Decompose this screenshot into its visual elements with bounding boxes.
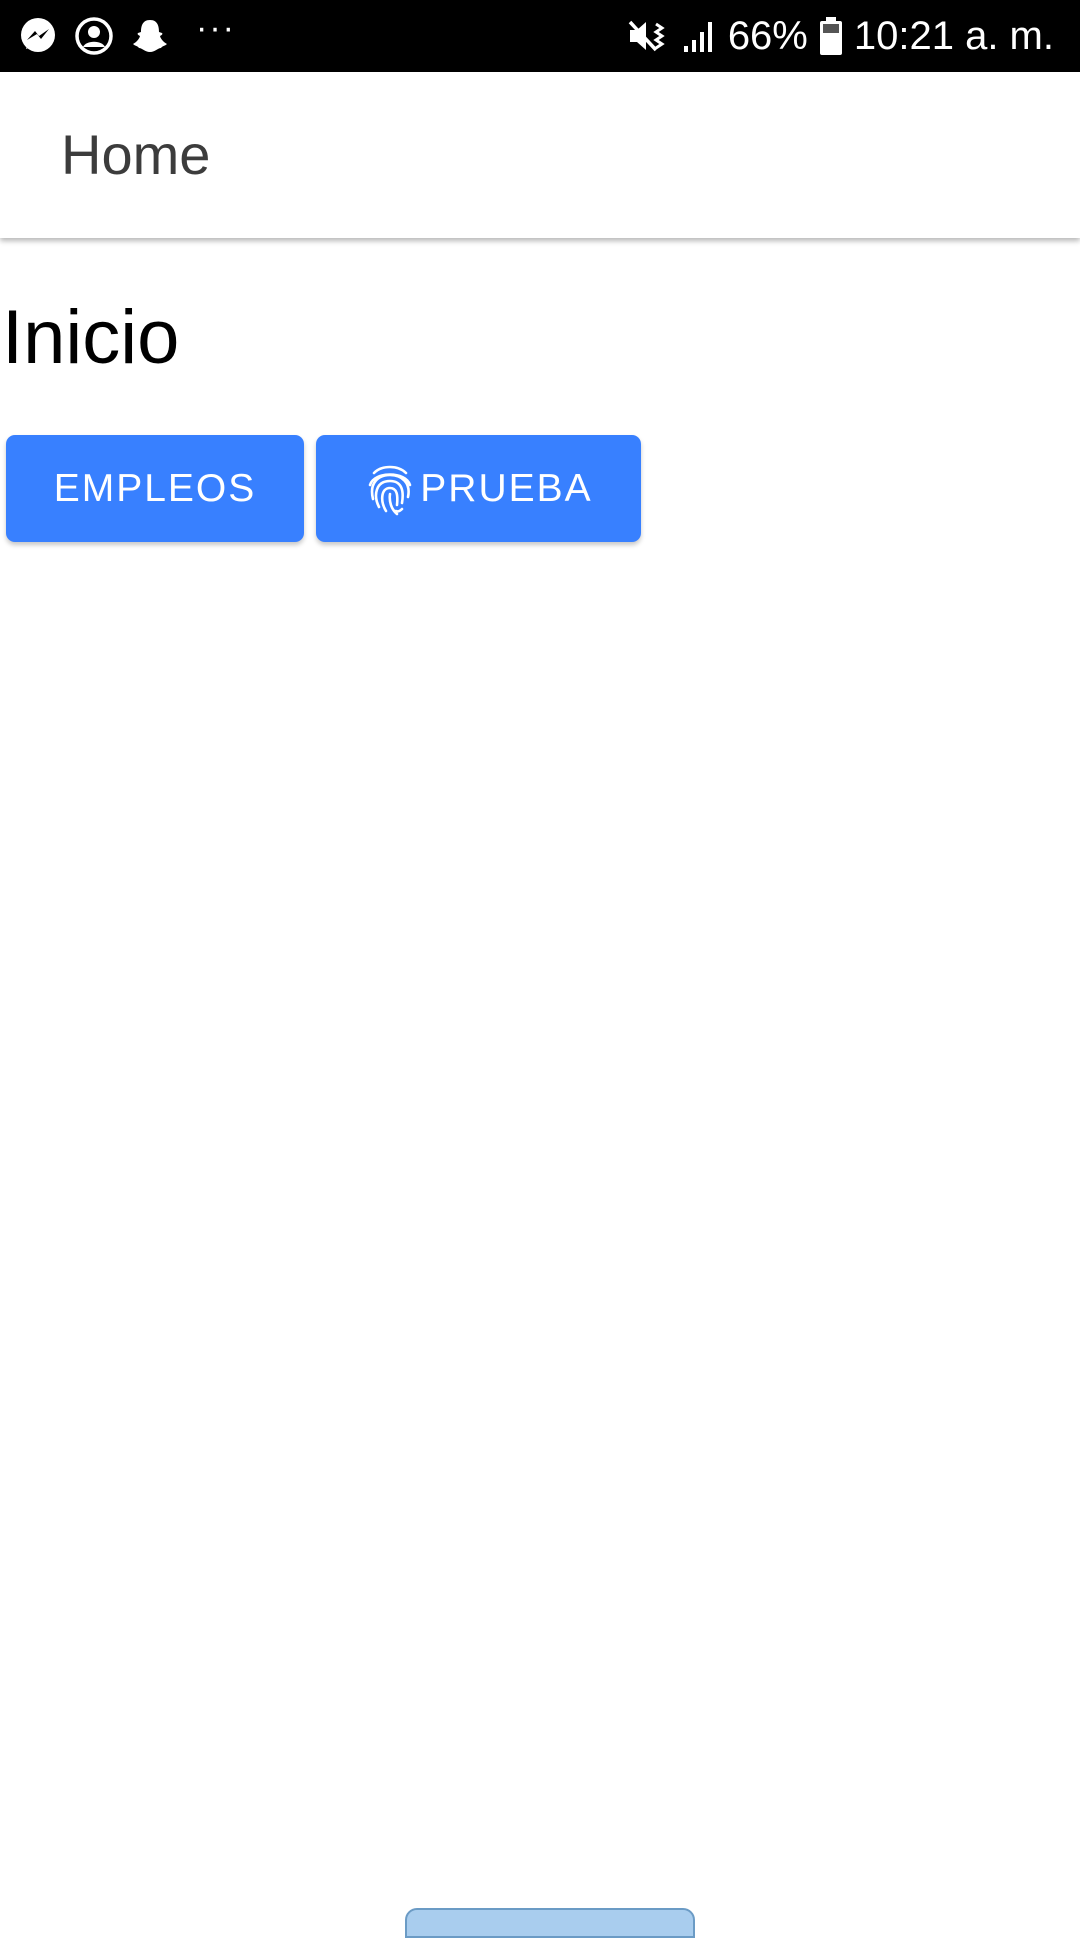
mute-vibrate-icon — [626, 16, 670, 56]
status-bar: ··· 66% 10:21 a. m. — [0, 0, 1080, 72]
fingerprint-icon — [364, 461, 416, 517]
account-circle-icon — [74, 16, 114, 56]
status-bar-system: 66% 10:21 a. m. — [626, 0, 1054, 72]
battery-icon — [818, 15, 844, 57]
clock: 10:21 a. m. — [853, 14, 1054, 58]
app-bar-title: Home — [61, 123, 211, 186]
more-notifications-indicator: ··· — [196, 9, 236, 47]
snapchat-icon — [130, 16, 170, 56]
page-title: Inicio — [2, 295, 180, 380]
prueba-button-label: PRUEBA — [420, 466, 593, 510]
empleos-button-label: EMPLEOS — [53, 466, 257, 510]
empleos-button[interactable]: EMPLEOS — [6, 435, 304, 542]
battery-percent: 66% — [727, 14, 808, 58]
bottom-sheet-handle[interactable] — [405, 1908, 695, 1938]
status-bar-notifications: ··· — [18, 0, 236, 72]
app-bar: Home — [0, 72, 1080, 238]
messenger-icon — [18, 16, 58, 56]
signal-icon — [680, 16, 718, 56]
prueba-button[interactable]: PRUEBA — [316, 435, 641, 542]
